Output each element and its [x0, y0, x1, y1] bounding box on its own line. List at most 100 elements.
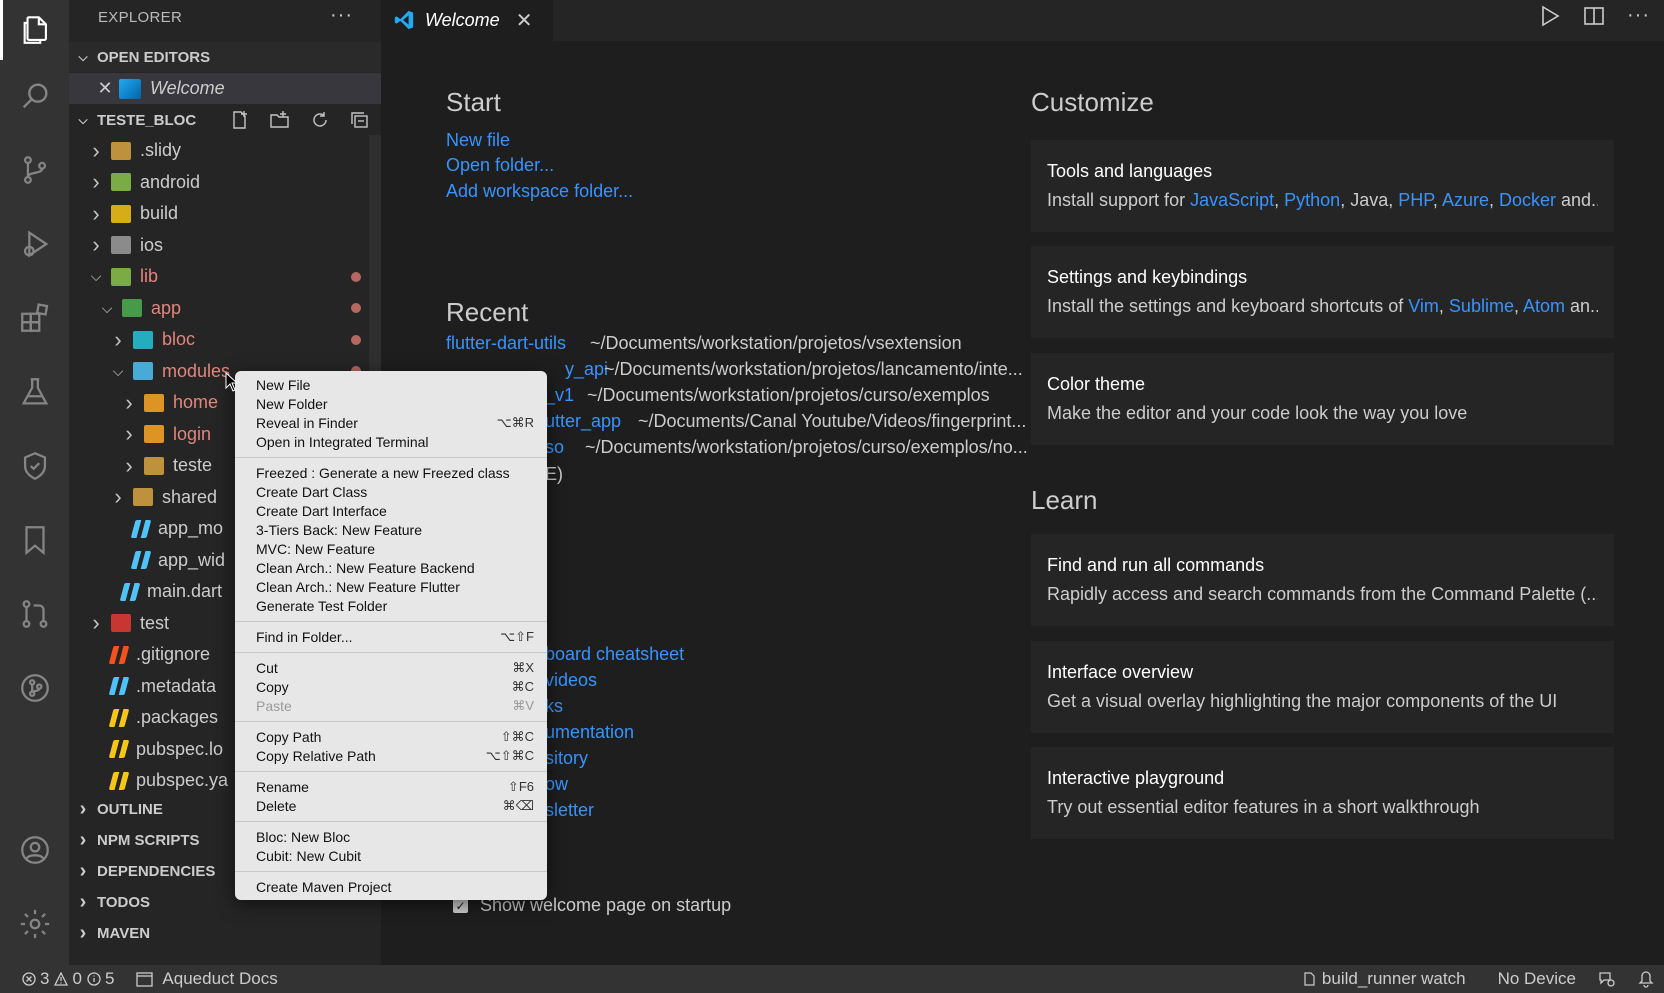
testing-flask-icon[interactable]: [0, 362, 69, 422]
section-label: DEPENDENCIES: [97, 862, 216, 880]
open-editors-header[interactable]: ⌵ OPEN EDITORS: [69, 42, 381, 72]
build-runner-item[interactable]: build_runner watch: [1302, 969, 1466, 989]
sublime-link[interactable]: Sublime: [1449, 296, 1514, 316]
recent-link[interactable]: y_api: [565, 359, 608, 380]
explorer-more-icon[interactable]: ···: [330, 4, 353, 27]
help-link[interactable]: umentation: [545, 722, 634, 743]
azure-link[interactable]: Azure: [1442, 190, 1489, 210]
tree-item-label: pubspec.lo: [136, 738, 224, 759]
source-control-icon[interactable]: [0, 140, 69, 200]
menu-item-copy-relative-path[interactable]: Copy Relative Path ⌥⇧⌘C: [235, 746, 547, 765]
explorer-icon[interactable]: [0, 0, 69, 60]
add-workspace-folder-link[interactable]: Add workspace folder...: [446, 181, 633, 202]
extensions-icon[interactable]: [0, 288, 69, 348]
menu-item-open-in-integrated-terminal[interactable]: Open in Integrated Terminal: [235, 432, 547, 451]
card-desc: Get a visual overlay highlighting the ma…: [1047, 691, 1558, 711]
refresh-icon[interactable]: [309, 110, 331, 130]
notifications-bell-icon[interactable]: [1638, 970, 1654, 988]
new-file-icon[interactable]: [229, 110, 251, 130]
help-link[interactable]: board cheatsheet: [545, 644, 684, 665]
menu-item-cut[interactable]: Cut ⌘X: [235, 658, 547, 677]
device-label[interactable]: No Device: [1498, 969, 1576, 989]
menu-item-clean-arch-new-feature-backend[interactable]: Clean Arch.: New Feature Backend: [235, 558, 547, 577]
open-folder-link[interactable]: Open folder...: [446, 155, 554, 176]
recent-link[interactable]: utter_app: [545, 411, 621, 432]
tree-item-label: shared: [162, 486, 218, 507]
flutter-check-icon[interactable]: [0, 436, 69, 496]
javascript-link[interactable]: JavaScript: [1190, 190, 1274, 210]
menu-item-freezed-generate-a-new-freezed-class[interactable]: Freezed : Generate a new Freezed class: [235, 463, 547, 482]
context-menu: New File New Folder Reveal in Finder ⌥⌘R Ope…: [235, 371, 547, 900]
recent-link[interactable]: flutter-dart-utils: [446, 333, 566, 354]
recent-link[interactable]: so: [545, 437, 564, 458]
menu-item-reveal-in-finder[interactable]: Reveal in Finder ⌥⌘R: [235, 413, 547, 432]
collapse-all-icon[interactable]: [349, 110, 371, 130]
git-graph-icon[interactable]: [0, 658, 69, 718]
menu-item-bloc-new-bloc[interactable]: Bloc: New Bloc: [235, 827, 547, 846]
close-icon[interactable]: ✕: [516, 8, 533, 33]
menu-item-3-tiers-back-new-feature[interactable]: 3-Tiers Back: New Feature: [235, 520, 547, 539]
run-icon[interactable]: [1539, 4, 1561, 34]
tree-item[interactable]: › bloc: [69, 324, 369, 355]
card-tools-languages[interactable]: Tools and languages Install support for …: [1031, 140, 1614, 232]
docker-link[interactable]: Docker: [1499, 190, 1556, 210]
card-interactive-playground[interactable]: Interactive playground Try out essential…: [1031, 747, 1614, 839]
settings-gear-icon[interactable]: [0, 894, 69, 954]
menu-item-new-file[interactable]: New File: [235, 375, 547, 394]
checkbox-checked-icon[interactable]: ✓: [453, 898, 468, 913]
help-link[interactable]: ow: [545, 774, 568, 795]
menu-item-delete[interactable]: Delete ⌘⌫: [235, 796, 547, 815]
more-recent-fragment[interactable]: E): [545, 464, 563, 485]
menu-item-copy-path[interactable]: Copy Path ⇧⌘C: [235, 727, 547, 746]
help-link[interactable]: sletter: [545, 800, 594, 821]
tree-item[interactable]: › build: [69, 198, 369, 229]
card-interface-overview[interactable]: Interface overview Get a visual overlay …: [1031, 641, 1614, 733]
run-debug-icon[interactable]: [0, 214, 69, 274]
help-link[interactable]: videos: [545, 670, 597, 691]
menu-item-new-folder[interactable]: New Folder: [235, 394, 547, 413]
section-maven[interactable]: › MAVEN: [69, 918, 381, 948]
split-editor-icon[interactable]: [1583, 4, 1605, 34]
tab-welcome[interactable]: Welcome ✕: [381, 0, 553, 41]
tree-item[interactable]: › ios: [69, 230, 369, 261]
vim-link[interactable]: Vim: [1408, 296, 1439, 316]
card-title: Interactive playground: [1047, 768, 1225, 788]
project-header[interactable]: ⌵ TESTE_BLOC: [69, 105, 381, 135]
feedback-icon[interactable]: [1598, 970, 1616, 988]
menu-item-create-dart-class[interactable]: Create Dart Class: [235, 482, 547, 501]
help-link[interactable]: ks: [545, 696, 563, 717]
search-icon[interactable]: [0, 66, 69, 126]
aqueduct-docs-item[interactable]: Aqueduct Docs: [136, 969, 278, 989]
card-find-commands[interactable]: Find and run all commands Rapidly access…: [1031, 534, 1614, 626]
menu-item-find-in-folder[interactable]: Find in Folder... ⌥⇧F: [235, 627, 547, 646]
help-link[interactable]: sitory: [545, 748, 588, 769]
menu-item-rename[interactable]: Rename ⇧F6: [235, 777, 547, 796]
menu-item-create-maven-project[interactable]: Create Maven Project: [235, 877, 547, 896]
tree-item[interactable]: › android: [69, 167, 369, 198]
php-link[interactable]: PHP: [1398, 190, 1433, 210]
python-link[interactable]: Python: [1284, 190, 1340, 210]
menu-item-clean-arch-new-feature-flutter[interactable]: Clean Arch.: New Feature Flutter: [235, 577, 547, 596]
pull-request-icon[interactable]: [0, 584, 69, 644]
atom-link[interactable]: Atom: [1523, 296, 1565, 316]
new-folder-icon[interactable]: [269, 110, 291, 130]
menu-item-create-dart-interface[interactable]: Create Dart Interface: [235, 501, 547, 520]
recent-link[interactable]: _v1: [545, 385, 574, 406]
open-editor-welcome[interactable]: ✕ Welcome: [69, 73, 381, 104]
close-icon[interactable]: ✕: [91, 78, 119, 99]
problems-indicator[interactable]: 3 0 5: [22, 969, 114, 989]
menu-item-generate-test-folder[interactable]: Generate Test Folder: [235, 596, 547, 615]
tree-item[interactable]: ⌵ app: [69, 293, 369, 324]
bookmark-icon[interactable]: [0, 510, 69, 570]
tree-item[interactable]: › .slidy: [69, 135, 369, 166]
new-file-link[interactable]: New file: [446, 130, 510, 151]
account-icon[interactable]: [0, 820, 69, 880]
git-file-icon: [108, 645, 130, 664]
more-actions-icon[interactable]: ···: [1627, 4, 1650, 34]
card-color-theme[interactable]: Color theme Make the editor and your cod…: [1031, 353, 1614, 445]
menu-item-cubit-new-cubit[interactable]: Cubit: New Cubit: [235, 846, 547, 865]
menu-item-copy[interactable]: Copy ⌘C: [235, 677, 547, 696]
tree-item[interactable]: ⌵ lib: [69, 261, 369, 292]
card-settings-keybindings[interactable]: Settings and keybindings Install the set…: [1031, 246, 1614, 338]
menu-item-mvc-new-feature[interactable]: MVC: New Feature: [235, 539, 547, 558]
